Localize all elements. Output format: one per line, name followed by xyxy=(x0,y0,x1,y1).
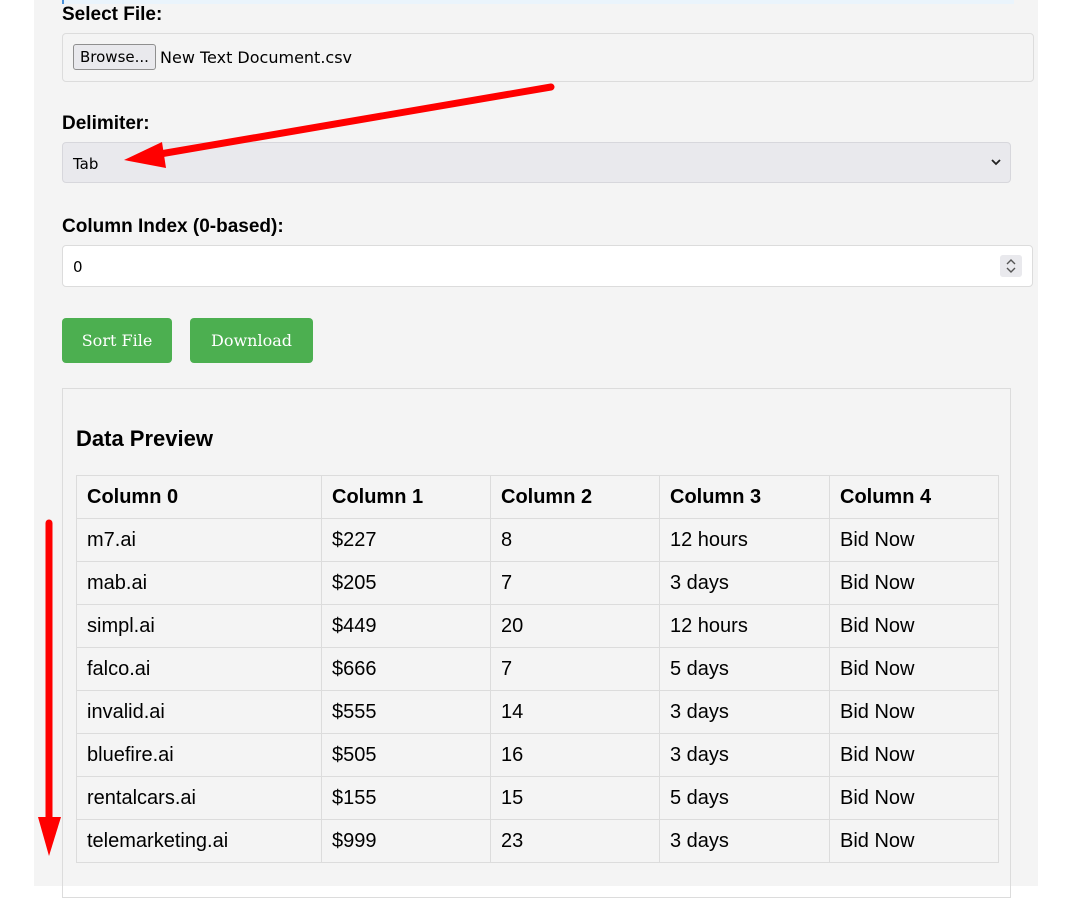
top-info-strip xyxy=(62,0,1014,4)
column-header: Column 3 xyxy=(659,475,830,519)
table-cell: Bid Now xyxy=(829,518,999,562)
table-cell: falco.ai xyxy=(76,647,322,691)
table-cell: 3 days xyxy=(659,819,830,863)
column-index-value: 0 xyxy=(73,258,83,276)
table-cell: m7.ai xyxy=(76,518,322,562)
column-header: Column 1 xyxy=(321,475,491,519)
table-cell: simpl.ai xyxy=(76,604,322,648)
selected-file-name: New Text Document.csv xyxy=(160,48,353,67)
table-cell: $666 xyxy=(321,647,491,691)
table-cell: invalid.ai xyxy=(76,690,322,734)
table-header-row: Column 0 Column 1 Column 2 Column 3 Colu… xyxy=(76,475,999,519)
column-index-input[interactable]: 0 xyxy=(62,245,1033,287)
table-cell: 3 days xyxy=(659,690,830,734)
table-cell: 14 xyxy=(490,690,660,734)
table-cell: 5 days xyxy=(659,776,830,820)
table-row: rentalcars.ai $155 15 5 days Bid Now xyxy=(76,776,999,820)
table-cell: $449 xyxy=(321,604,491,648)
table-cell: Bid Now xyxy=(829,776,999,820)
table-cell: 7 xyxy=(490,647,660,691)
table-row: mab.ai $205 7 3 days Bid Now xyxy=(76,561,999,605)
table-cell: Bid Now xyxy=(829,690,999,734)
table-cell: rentalcars.ai xyxy=(76,776,322,820)
table-cell: $227 xyxy=(321,518,491,562)
select-file-label: Select File: xyxy=(62,4,163,25)
table-row: invalid.ai $555 14 3 days Bid Now xyxy=(76,690,999,734)
column-header: Column 4 xyxy=(829,475,999,519)
delimiter-selected-value: Tab xyxy=(73,155,99,173)
table-cell: Bid Now xyxy=(829,819,999,863)
table-cell: bluefire.ai xyxy=(76,733,322,777)
file-input[interactable]: Browse... New Text Document.csv xyxy=(62,33,1034,82)
table-row: m7.ai $227 8 12 hours Bid Now xyxy=(76,518,999,562)
table-cell: Bid Now xyxy=(829,647,999,691)
download-button[interactable]: Download xyxy=(190,318,313,363)
data-preview-title: Data Preview xyxy=(76,426,213,451)
table-cell: mab.ai xyxy=(76,561,322,605)
delimiter-select[interactable]: Tab xyxy=(62,142,1011,183)
table-cell: Bid Now xyxy=(829,604,999,648)
number-stepper-icon[interactable] xyxy=(1000,255,1022,277)
sort-file-button[interactable]: Sort File xyxy=(62,318,172,363)
table-cell: 12 hours xyxy=(659,518,830,562)
table-cell: Bid Now xyxy=(829,561,999,605)
column-index-label: Column Index (0-based): xyxy=(62,216,284,237)
table-cell: 8 xyxy=(490,518,660,562)
table-cell: telemarketing.ai xyxy=(76,819,322,863)
table-cell: $155 xyxy=(321,776,491,820)
delimiter-label: Delimiter: xyxy=(62,113,150,134)
table-row: bluefire.ai $505 16 3 days Bid Now xyxy=(76,733,999,777)
table-cell: 20 xyxy=(490,604,660,648)
table-row: simpl.ai $449 20 12 hours Bid Now xyxy=(76,604,999,648)
table-row: falco.ai $666 7 5 days Bid Now xyxy=(76,647,999,691)
table-cell: 23 xyxy=(490,819,660,863)
table-cell: $999 xyxy=(321,819,491,863)
data-preview-section: Data Preview Column 0 Column 1 Column 2 … xyxy=(62,388,1011,898)
table-cell: 5 days xyxy=(659,647,830,691)
table-cell: 7 xyxy=(490,561,660,605)
table-cell: 3 days xyxy=(659,733,830,777)
browse-button[interactable]: Browse... xyxy=(73,44,156,70)
column-header: Column 2 xyxy=(490,475,660,519)
table-cell: 15 xyxy=(490,776,660,820)
table-row: telemarketing.ai $999 23 3 days Bid Now xyxy=(76,819,999,863)
table-cell: 16 xyxy=(490,733,660,777)
table-cell: 12 hours xyxy=(659,604,830,648)
table-cell: $205 xyxy=(321,561,491,605)
chevron-down-icon xyxy=(991,159,1001,166)
table-cell: $555 xyxy=(321,690,491,734)
table-cell: $505 xyxy=(321,733,491,777)
column-header: Column 0 xyxy=(76,475,322,519)
data-preview-table: Column 0 Column 1 Column 2 Column 3 Colu… xyxy=(76,475,999,863)
table-cell: 3 days xyxy=(659,561,830,605)
table-cell: Bid Now xyxy=(829,733,999,777)
